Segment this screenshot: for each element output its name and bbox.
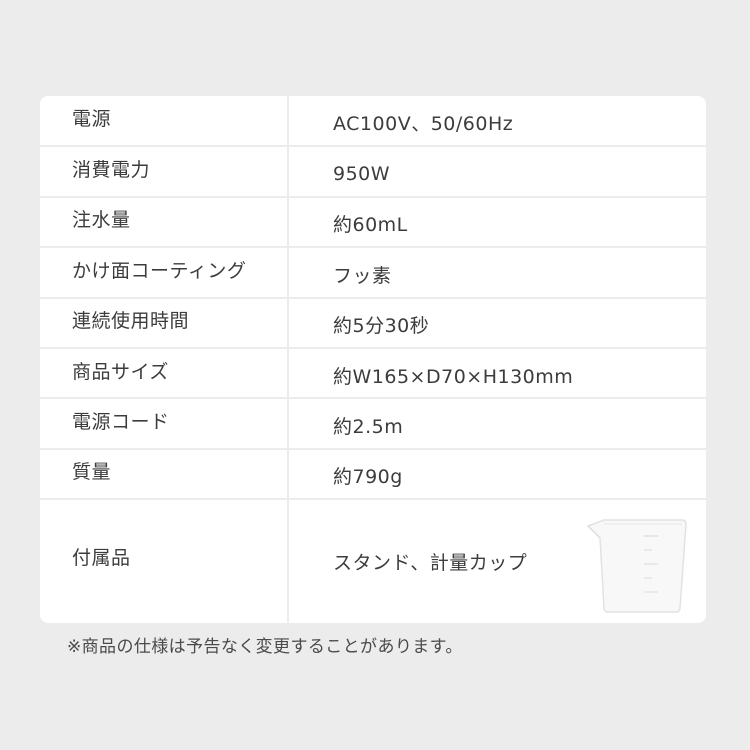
spec-value: 約790g [288,447,706,499]
spec-row-power-source: 電源 AC100V、50/60Hz [40,96,706,147]
spec-label: 電源 [40,96,289,147]
spec-row-product-size: 商品サイズ 約W165×D70×H130mm [40,346,706,399]
spec-label: かけ面コーティング [40,246,289,298]
spec-row-water-capacity: 注水量 約60mL [40,195,706,248]
spec-table-card: 電源 AC100V、50/60Hz 消費電力 950W 注水量 約60mL かけ… [40,96,706,623]
spec-value: 約2.5m [288,397,706,449]
measuring-cup-icon [586,519,687,613]
spec-row-coating: かけ面コーティング フッ素 [40,246,706,298]
spec-table: 電源 AC100V、50/60Hz 消費電力 950W 注水量 約60mL かけ… [40,96,706,623]
spec-label: 電源コード [40,397,289,449]
spec-row-power-cord: 電源コード 約2.5m [40,397,706,449]
spec-label: 付属品 [40,498,289,623]
spec-label: 質量 [40,447,289,499]
spec-label: 連続使用時間 [40,296,289,348]
spec-label: 注水量 [40,195,289,248]
spec-value-cell: スタンド、計量カップ [288,498,706,623]
spec-value: 約W165×D70×H130mm [288,346,706,399]
spec-value: フッ素 [288,246,706,298]
spec-value: AC100V、50/60Hz [333,113,514,136]
spec-value: 約5分30秒 [288,296,706,348]
spec-label: 消費電力 [40,145,289,197]
spec-value: 約60mL [288,195,706,248]
disclaimer-note: ※商品の仕様は予告なく変更することがあります。 [67,637,463,657]
spec-row-weight: 質量 約790g [40,447,706,499]
spec-row-power-consumption: 消費電力 950W [40,145,706,197]
spec-value: スタンド、計量カップ [333,552,528,574]
spec-value: 950W [288,145,706,197]
spec-row-continuous-use: 連続使用時間 約5分30秒 [40,296,706,348]
spec-row-accessories: 付属品 スタンド、計量カップ [40,498,706,623]
spec-label: 商品サイズ [40,346,289,399]
